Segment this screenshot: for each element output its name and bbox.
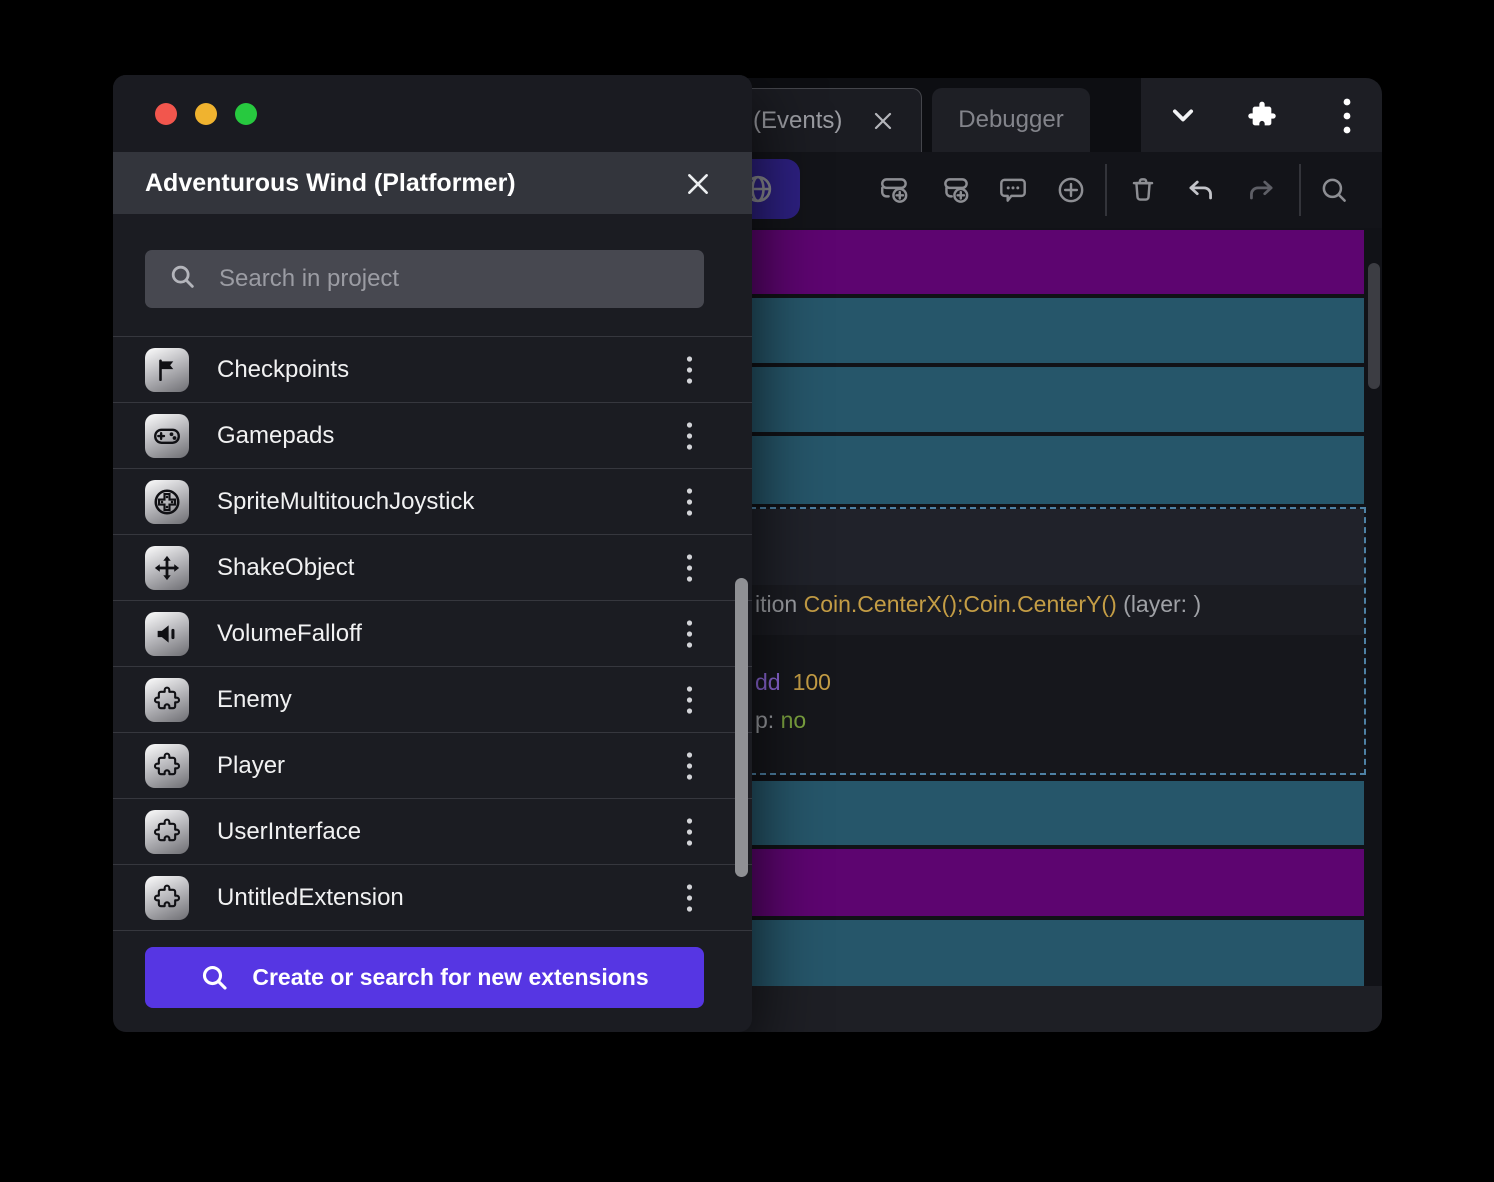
extension-name: Enemy — [217, 686, 292, 713]
speaker-icon — [145, 612, 189, 656]
extension-name: UntitledExtension — [217, 884, 404, 911]
toolbar-divider — [1105, 164, 1107, 216]
add-subevent-icon[interactable] — [939, 173, 973, 207]
row-menu-button[interactable] — [674, 546, 704, 590]
search-icon — [200, 963, 230, 993]
event-action-text: ition Coin.CenterX();Coin.CenterY() (lay… — [755, 591, 1202, 617]
extension-name: UserInterface — [217, 818, 362, 845]
list-divider — [113, 930, 752, 931]
chevron-down-icon[interactable] — [1165, 98, 1201, 134]
extensions-puzzle-icon[interactable] — [1244, 98, 1280, 134]
dialog-close-icon[interactable] — [682, 168, 714, 200]
dialog-titlebar — [113, 75, 752, 152]
row-menu-button[interactable] — [674, 348, 704, 392]
puzzle-icon — [145, 678, 189, 722]
add-event-icon[interactable] — [878, 173, 912, 207]
window-controls-group — [1141, 78, 1382, 152]
event-row[interactable] — [730, 849, 1364, 916]
row-menu-button[interactable] — [674, 612, 704, 656]
extension-row[interactable]: ShakeObject — [113, 534, 752, 600]
search-input[interactable] — [217, 250, 704, 308]
extension-row[interactable]: Checkpoints — [113, 336, 752, 402]
tab-events-label: (Events) — [753, 106, 843, 134]
extension-row[interactable]: VolumeFalloff — [113, 600, 752, 666]
tab-events[interactable]: (Events) — [730, 88, 922, 152]
events-sheet-footer — [730, 986, 1382, 1032]
extension-name: SpriteMultitouchJoystick — [217, 488, 475, 515]
events-scrollbar[interactable] — [1368, 263, 1380, 389]
extension-row[interactable]: UntitledExtension — [113, 864, 752, 930]
flag-icon — [145, 348, 189, 392]
puzzle-icon — [145, 810, 189, 854]
search-icon — [169, 263, 197, 296]
event-row[interactable] — [730, 920, 1364, 986]
extension-name: Player — [217, 752, 286, 779]
row-menu-button[interactable] — [674, 810, 704, 854]
tab-close-icon[interactable] — [868, 106, 898, 136]
events-sheet: ition Coin.CenterX();Coin.CenterY() (lay… — [730, 228, 1382, 1032]
extension-name: VolumeFalloff — [217, 620, 362, 647]
event-row[interactable] — [730, 298, 1364, 363]
event-row[interactable] — [730, 781, 1364, 845]
row-menu-button[interactable] — [674, 414, 704, 458]
add-comment-icon[interactable] — [996, 173, 1030, 207]
row-menu-button[interactable] — [674, 480, 704, 524]
zoom-traffic-light[interactable] — [235, 103, 257, 125]
toolbar-divider — [1299, 164, 1301, 216]
dialog-header: Adventurous Wind (Platformer) — [113, 152, 752, 214]
extension-row[interactable]: Enemy — [113, 666, 752, 732]
delete-trash-icon[interactable] — [1126, 173, 1160, 207]
close-traffic-light[interactable] — [155, 103, 177, 125]
project-search-box — [145, 250, 704, 308]
row-menu-button[interactable] — [674, 744, 704, 788]
selected-event[interactable]: ition Coin.CenterX();Coin.CenterY() (lay… — [730, 507, 1366, 775]
puzzle-icon — [145, 744, 189, 788]
extension-name: Checkpoints — [217, 356, 350, 383]
extension-name: ShakeObject — [217, 554, 355, 581]
tab-debugger-label: Debugger — [958, 106, 1064, 133]
gamepad-icon — [145, 414, 189, 458]
events-toolbar — [730, 152, 1382, 228]
extension-row[interactable]: Gamepads — [113, 402, 752, 468]
extension-name: Gamepads — [217, 422, 335, 449]
screen: (Events) Debugger ition Coin.CenterX();C… — [0, 0, 1494, 1182]
create-extension-button[interactable]: Create or search for new extensions — [145, 947, 704, 1008]
event-row[interactable] — [730, 230, 1364, 294]
event-row[interactable] — [730, 436, 1364, 504]
redo-icon[interactable] — [1244, 173, 1278, 207]
event-flag-text: p: no — [755, 707, 807, 733]
row-menu-button[interactable] — [674, 678, 704, 722]
extension-row[interactable]: UserInterface — [113, 798, 752, 864]
dialog-title: Adventurous Wind (Platformer) — [145, 168, 516, 197]
tab-bar: (Events) Debugger — [730, 78, 1382, 152]
search-events-icon[interactable] — [1317, 173, 1351, 207]
extension-row[interactable]: SpriteMultitouchJoystick — [113, 468, 752, 534]
selected-event-conditions[interactable] — [732, 509, 1364, 585]
event-value-text: dd 100 — [755, 669, 831, 695]
event-row[interactable] — [730, 367, 1364, 432]
row-menu-button[interactable] — [674, 876, 704, 920]
puzzle-icon — [145, 876, 189, 920]
create-extension-label: Create or search for new extensions — [252, 964, 649, 990]
undo-icon[interactable] — [1184, 173, 1218, 207]
events-editor-window: (Events) Debugger ition Coin.CenterX();C… — [730, 78, 1382, 1032]
dialog-scrollbar[interactable] — [735, 578, 748, 877]
extension-row[interactable]: Player — [113, 732, 752, 798]
tab-debugger[interactable]: Debugger — [932, 88, 1090, 152]
move-arrows-icon — [145, 546, 189, 590]
add-circle-icon[interactable] — [1054, 173, 1088, 207]
joystick-icon — [145, 480, 189, 524]
window-menu-dots-icon[interactable] — [1329, 98, 1365, 134]
extensions-dialog: Adventurous Wind (Platformer) Checkpoint… — [113, 75, 752, 1032]
minimize-traffic-light[interactable] — [195, 103, 217, 125]
